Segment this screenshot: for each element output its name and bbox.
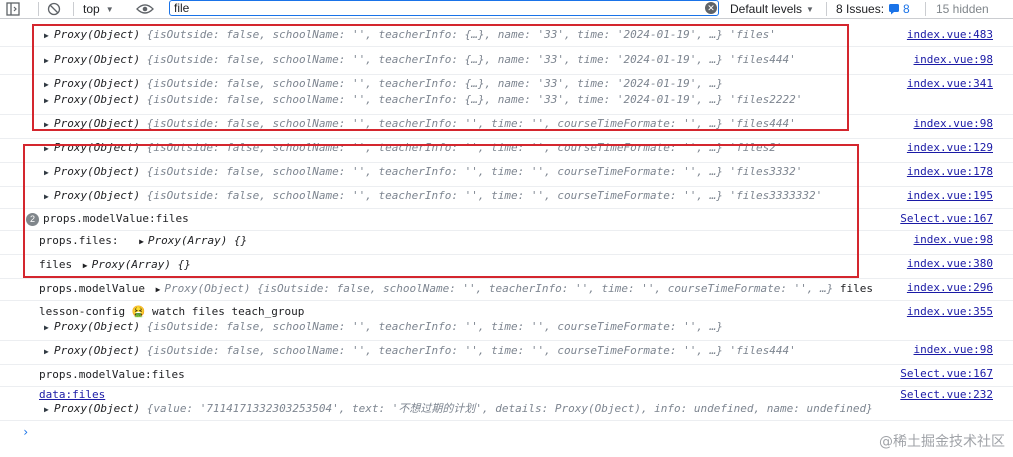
dropdown-arrow-icon: ▼	[105, 4, 114, 14]
source-link[interactable]: index.vue:341	[907, 76, 993, 92]
issues-label: 8 Issues:	[836, 2, 885, 16]
console-prompt-icon[interactable]: ›	[22, 425, 29, 439]
source-link[interactable]: index.vue:483	[907, 27, 993, 43]
clear-filter-icon[interactable]: ✕	[705, 2, 717, 14]
log-message: props.modelValue:files	[39, 368, 185, 381]
source-link[interactable]: index.vue:380	[907, 256, 993, 272]
highlight-box	[32, 24, 849, 131]
log-levels-label: Default levels	[730, 2, 803, 16]
source-link[interactable]: index.vue:98	[914, 116, 993, 132]
clear-console-button[interactable]	[47, 0, 61, 18]
expand-triangle-icon[interactable]: ▶	[44, 320, 54, 336]
issues-count: 8	[903, 2, 910, 16]
highlight-box	[23, 144, 859, 278]
log-entry: props.modelValue:files Select.vue:167	[0, 365, 1013, 387]
live-expression-button[interactable]	[136, 0, 154, 18]
log-message: lesson-config 🤮 watch files teach_group	[39, 305, 305, 318]
log-message: props.modelValue ▶ Proxy(Object) {isOutsi…	[39, 282, 874, 295]
issue-message-icon	[889, 4, 900, 15]
log-entry: lesson-config 🤮 watch files teach_group …	[0, 301, 1013, 341]
log-message: ▶ Proxy(Object) {isOutside: false, school…	[0, 319, 723, 335]
log-levels-dropdown[interactable]: Default levels ▼	[730, 0, 814, 18]
dropdown-arrow-icon: ▼	[806, 4, 814, 14]
source-link[interactable]: index.vue:296	[907, 280, 993, 296]
context-label: top	[83, 2, 100, 16]
log-entry: props.modelValue ▶ Proxy(Object) {isOutsi…	[0, 279, 1013, 301]
source-link[interactable]: Select.vue:232	[900, 387, 993, 403]
source-link[interactable]: Select.vue:167	[900, 366, 993, 382]
expand-triangle-icon[interactable]: ▶	[156, 285, 161, 294]
source-link[interactable]: index.vue:98	[914, 52, 993, 68]
filter-input[interactable]	[174, 1, 694, 15]
source-link[interactable]: index.vue:129	[907, 140, 993, 156]
eye-icon	[136, 4, 154, 14]
watermark: @稀土掘金技术社区	[879, 434, 1005, 450]
log-entry: ▶ Proxy(Object) {isOutside: false, school…	[0, 341, 1013, 365]
source-link[interactable]: index.vue:98	[914, 342, 993, 358]
log-entry: data:files Select.vue:232 ▶ Proxy(Object)…	[0, 387, 1013, 421]
sidebar-icon	[6, 2, 20, 16]
source-link[interactable]: index.vue:98	[914, 232, 993, 248]
sidebar-toggle-button[interactable]	[6, 0, 20, 18]
console-toolbar: top ▼ ✕ Default levels ▼ 8 Issues: 8 15 …	[0, 0, 1013, 19]
issues-button[interactable]: 8 Issues: 8	[836, 0, 910, 18]
expand-triangle-icon[interactable]: ▶	[44, 344, 54, 360]
hidden-count: 15 hidden	[936, 2, 989, 16]
context-selector[interactable]: top ▼	[83, 0, 114, 18]
filter-input-wrapper: ✕	[169, 0, 719, 16]
source-link[interactable]: Select.vue:167	[900, 211, 993, 227]
log-message: ▶ Proxy(Object) {value: '7114171332303253…	[0, 401, 873, 417]
block-icon	[47, 2, 61, 16]
expand-triangle-icon[interactable]: ▶	[44, 402, 54, 418]
source-link[interactable]: index.vue:355	[907, 304, 993, 320]
source-link[interactable]: index.vue:178	[907, 164, 993, 180]
log-message: ▶ Proxy(Object) {isOutside: false, school…	[0, 343, 796, 359]
source-link[interactable]: index.vue:195	[907, 188, 993, 204]
